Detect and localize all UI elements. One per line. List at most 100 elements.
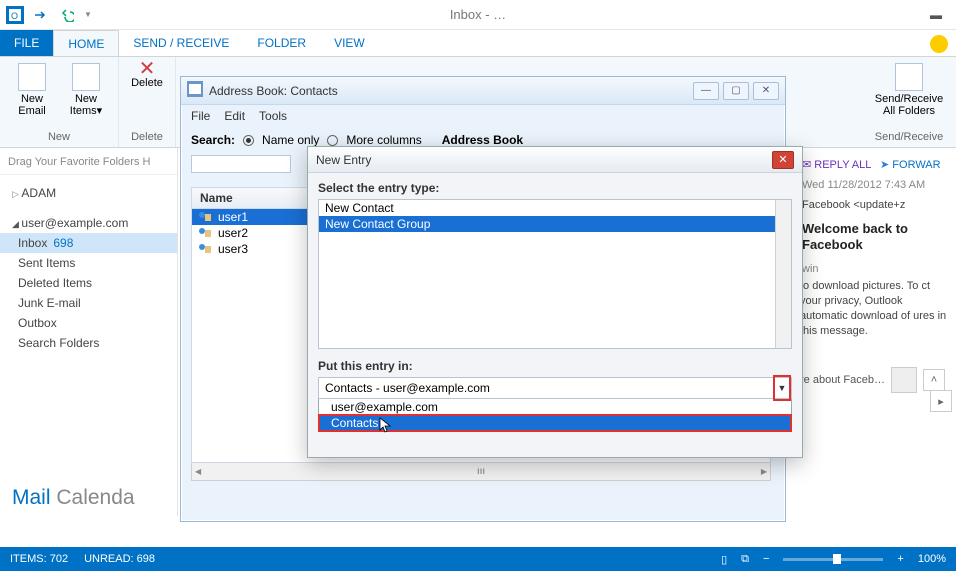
ribbon-group-new: New Email New Items▾ New [0,57,119,147]
tab-home[interactable]: HOME [53,30,119,56]
zoom-value: 100% [918,553,946,565]
ab-menu-tools[interactable]: Tools [259,109,287,123]
new-entry-close-button[interactable]: ✕ [772,151,794,169]
reply-all-icon[interactable]: ✉ [802,159,811,171]
qat-undo-icon[interactable] [58,6,76,24]
module-calendar[interactable]: Calenda [56,486,134,509]
tab-file[interactable]: FILE [0,30,53,56]
status-unread: UNREAD: 698 [84,553,155,565]
ab-radio-more-columns[interactable] [327,135,338,146]
ab-maximize-button[interactable]: ▢ [723,82,749,100]
reading-from: Facebook <update+z [800,195,952,215]
module-mail[interactable]: Mail [12,486,51,509]
new-entry-title: New Entry [316,153,371,167]
reading-subject: Welcome back to Facebook [800,215,952,259]
folder-tree[interactable]: ADAM user@example.com Inbox698 Sent Item… [0,175,177,361]
reading-date: Wed 11/28/2012 7:43 AM [800,175,952,195]
address-book-icon [187,81,203,100]
view-reading-icon[interactable]: ⧉ [741,553,749,566]
reading-seeabout[interactable]: re about Faceb… [800,374,885,386]
avatar-icon [891,367,917,393]
put-entry-in-dropdown[interactable]: Contacts - user@example.com ▼ [318,377,792,399]
module-switcher: Mail Calenda [12,486,177,510]
put-entry-in-options: user@example.com Contacts [318,399,792,432]
qat-sendrecv-icon[interactable] [32,6,50,24]
folder-root-adam[interactable]: ADAM [0,183,177,203]
entry-type-listbox[interactable]: New Contact New Contact Group [318,199,792,349]
window-title: Inbox - … [450,7,506,22]
contact-name: user3 [218,242,248,256]
view-normal-icon[interactable]: ▯ [721,553,727,566]
folder-sent-items[interactable]: Sent Items [0,253,177,273]
cursor-icon [379,417,393,436]
reply-all-label[interactable]: REPLY ALL [814,159,871,171]
ab-minimize-button[interactable]: ― [693,82,719,100]
entry-type-option[interactable]: New Contact [319,200,791,216]
tab-folder[interactable]: FOLDER [243,30,320,56]
entry-type-option[interactable]: New Contact Group [319,216,791,232]
address-book-menubar: File Edit Tools [181,105,785,127]
scrollbar-thumb-icon: ııı [477,466,485,477]
ab-menu-file[interactable]: File [191,109,210,123]
status-items: ITEMS: 702 [10,553,68,565]
contact-icon [198,243,212,255]
ribbon-group-sendrecv: Send/Receive All Folders Send/Receive [862,57,956,147]
delete-button[interactable]: ✕Delete [127,61,167,91]
new-entry-titlebar[interactable]: New Entry ✕ [308,147,802,173]
ab-horizontal-scrollbar[interactable]: ııı [191,463,771,481]
people-pane-toggle[interactable]: ˄ [923,369,945,391]
contact-name: user1 [218,210,248,224]
select-entry-type-label: Select the entry type: [318,181,792,195]
dropdown-value: Contacts - user@example.com [325,381,490,395]
zoom-in-icon[interactable]: + [897,553,903,565]
folder-junk-email[interactable]: Junk E-mail [0,293,177,313]
dropdown-option[interactable]: user@example.com [319,399,791,415]
dropdown-option[interactable]: Contacts [319,415,791,431]
delete-icon: ✕ [139,63,156,75]
folder-search-folders[interactable]: Search Folders [0,333,177,353]
ab-radio-more-columns-label: More columns [346,133,421,147]
ab-search-label: Search: [191,133,235,147]
ab-close-button[interactable]: ✕ [753,82,779,100]
group-label-delete: Delete [127,131,167,143]
ab-menu-edit[interactable]: Edit [224,109,245,123]
ribbon-group-delete: ✕Delete Delete [119,57,176,147]
ribbon-min-icon[interactable]: ▬ [922,5,950,25]
new-items-button[interactable]: New Items▾ [62,61,110,119]
favorites-placeholder: Drag Your Favorite Folders H [0,148,177,175]
dropdown-caret-icon[interactable]: ▼ [773,375,791,401]
folder-deleted-items[interactable]: Deleted Items [0,273,177,293]
reading-expand-button[interactable]: ▸ [930,390,952,412]
ab-book-label: Address Book [442,133,523,147]
reading-download-warning: to download pictures. To ct your privacy… [800,279,952,339]
entry-type-scrollbar[interactable] [775,200,791,348]
address-book-title: Address Book: Contacts [209,84,338,98]
put-this-entry-in-label: Put this entry in: [318,359,792,373]
outlook-icon: O [6,6,24,24]
svg-text:O: O [11,11,18,21]
smiley-icon[interactable] [930,35,948,53]
forward-icon[interactable]: ➤ [880,159,889,171]
new-email-label: New Email [18,93,46,117]
folder-inbox-count: 698 [53,236,73,250]
contact-icon [198,227,212,239]
reading-toolbar: ✉ REPLY ALL ➤ FORWAR [800,154,952,175]
forward-label[interactable]: FORWAR [892,159,940,171]
tab-view[interactable]: VIEW [320,30,379,56]
send-receive-button[interactable]: Send/Receive All Folders [870,61,948,119]
new-items-icon [72,63,100,91]
folder-account[interactable]: user@example.com [0,213,177,233]
tab-send-receive[interactable]: SEND / RECEIVE [119,30,243,56]
new-email-button[interactable]: New Email [8,61,56,119]
ab-radio-name-only[interactable] [243,135,254,146]
folder-inbox[interactable]: Inbox698 [0,233,177,253]
zoom-out-icon[interactable]: − [763,553,769,565]
qat-dropdown-icon[interactable]: ▼ [84,10,92,19]
ab-search-input[interactable] [191,155,291,173]
contact-icon [198,211,212,223]
address-book-titlebar[interactable]: Address Book: Contacts ― ▢ ✕ [181,77,785,105]
zoom-slider[interactable] [783,558,883,561]
quick-access-toolbar: O ▼ [6,6,92,24]
folder-outbox[interactable]: Outbox [0,313,177,333]
reading-recipient: win [800,259,952,279]
